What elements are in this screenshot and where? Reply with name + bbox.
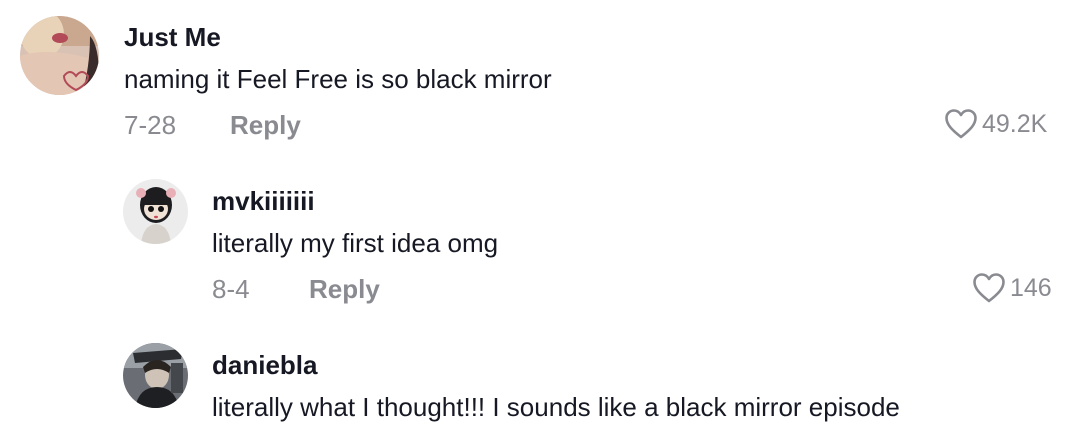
avatar[interactable]: [123, 343, 188, 408]
comment-text: literally what I thought!!! I sounds lik…: [212, 392, 900, 422]
like-button[interactable]: 49.2K: [944, 108, 1047, 140]
like-count: 49.2K: [982, 109, 1048, 138]
comment-date: 8-4: [212, 274, 250, 304]
comment-text: literally my first idea omg: [212, 228, 499, 258]
comment-username[interactable]: mvkiiiiiii: [212, 188, 315, 214]
like-button[interactable]: 146: [972, 272, 1052, 304]
reply-button[interactable]: Reply: [230, 112, 301, 138]
comment-date: 7-28: [124, 110, 177, 140]
avatar[interactable]: [20, 16, 99, 95]
user-avatar-icon: [123, 343, 188, 408]
reply-button[interactable]: Reply: [309, 276, 380, 302]
comment-username[interactable]: Just Me: [124, 24, 221, 50]
user-avatar-icon: [123, 179, 188, 244]
heart-icon: [972, 272, 1006, 304]
heart-icon: [944, 108, 978, 140]
user-avatar-icon: [20, 16, 99, 95]
comment-text: naming it Feel Free is so black mirror: [124, 64, 552, 94]
avatar[interactable]: [123, 179, 188, 244]
like-count: 146: [1010, 273, 1052, 302]
comment-username[interactable]: daniebla: [212, 352, 317, 378]
